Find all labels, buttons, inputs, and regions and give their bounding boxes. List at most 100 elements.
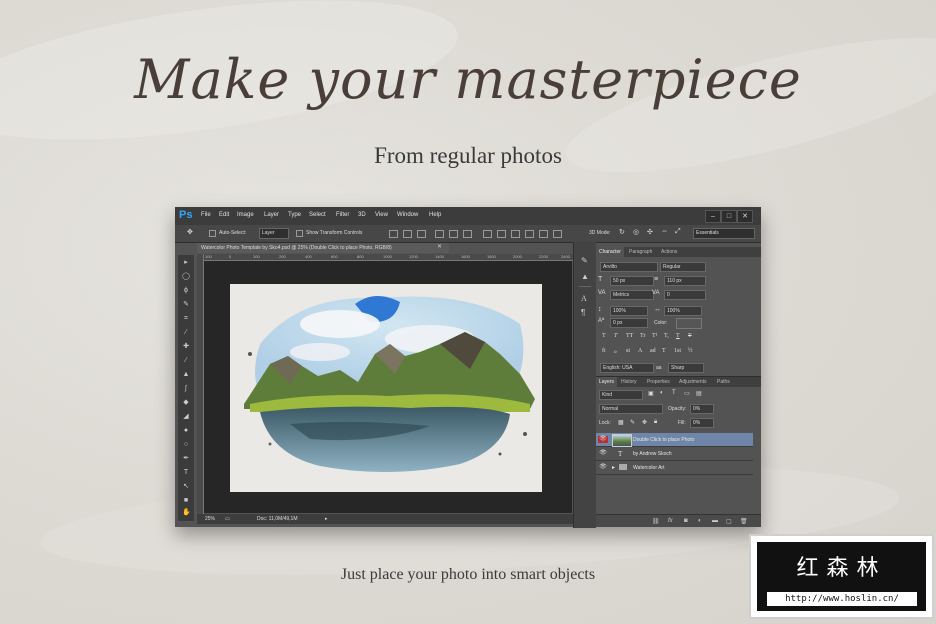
move-tool-icon[interactable]: ▸ bbox=[182, 259, 190, 267]
blur-tool-icon[interactable]: ● bbox=[182, 427, 190, 435]
3d-slide-icon[interactable]: ⇔ bbox=[661, 228, 668, 235]
contextual-alt-button[interactable]: ℴ bbox=[614, 348, 617, 355]
distribute-vcenter-icon[interactable] bbox=[497, 230, 506, 238]
vertical-scale-field[interactable]: 100% bbox=[610, 306, 648, 316]
crop-tool-icon[interactable]: ⌗ bbox=[182, 315, 190, 323]
document-canvas[interactable] bbox=[230, 284, 542, 492]
font-style-select[interactable]: Regular bbox=[660, 262, 706, 272]
3d-scale-icon[interactable]: ⤢ bbox=[675, 228, 681, 236]
tab-actions[interactable]: Actions bbox=[658, 247, 680, 257]
all-caps-button[interactable]: TT bbox=[626, 333, 633, 339]
3d-roll-icon[interactable]: ◎ bbox=[633, 228, 639, 236]
new-layer-icon[interactable]: ▢ bbox=[726, 518, 732, 525]
tab-adjustments[interactable]: Adjustments bbox=[676, 377, 710, 387]
kerning-field[interactable]: Metrics bbox=[610, 290, 654, 300]
adjustment-layer-icon[interactable]: ◐ bbox=[698, 518, 702, 524]
fill-field[interactable]: 0% bbox=[690, 418, 714, 428]
lock-position-icon[interactable]: ✥ bbox=[642, 419, 647, 426]
close-document-icon[interactable]: ✕ bbox=[437, 243, 442, 250]
menu-window[interactable]: Window bbox=[397, 212, 418, 218]
align-bottom-icon[interactable] bbox=[417, 230, 426, 238]
font-size-field[interactable]: 50 px bbox=[610, 276, 654, 286]
align-top-icon[interactable] bbox=[389, 230, 398, 238]
character-panel-icon[interactable]: A bbox=[581, 294, 587, 303]
link-layers-icon[interactable]: ⛓︎ bbox=[652, 518, 660, 525]
swash-button[interactable]: A bbox=[638, 348, 642, 354]
type-tool-icon[interactable]: T bbox=[182, 469, 190, 477]
opacity-field[interactable]: 0% bbox=[690, 404, 714, 414]
layer-row[interactable]: 👁︎ ▸ Watercolor Art bbox=[596, 461, 753, 475]
underline-button[interactable]: T bbox=[676, 333, 680, 339]
healing-tool-icon[interactable]: ✚ bbox=[182, 343, 190, 351]
discretionary-ligature-button[interactable]: st bbox=[626, 348, 630, 354]
lock-all-icon[interactable]: 🔒︎ bbox=[654, 419, 657, 426]
ligature-button[interactable]: fi bbox=[602, 348, 606, 354]
tab-character[interactable]: Character bbox=[596, 247, 624, 257]
faux-bold-button[interactable]: T bbox=[602, 333, 606, 339]
strikethrough-button[interactable]: T bbox=[688, 333, 692, 339]
filter-smart-object-icon[interactable]: ▤ bbox=[696, 390, 702, 397]
menu-type[interactable]: Type bbox=[288, 212, 301, 218]
menu-layer[interactable]: Layer bbox=[264, 212, 279, 218]
menu-select[interactable]: Select bbox=[309, 212, 326, 218]
layer-name[interactable]: Double Click to place Photo bbox=[633, 437, 694, 443]
pen-tool-icon[interactable]: ✒ bbox=[182, 455, 190, 463]
expand-group-icon[interactable]: ▸ bbox=[612, 464, 615, 471]
tab-layers[interactable]: Layers bbox=[596, 377, 618, 387]
layer-row[interactable]: 👁︎ Double Click to place Photo bbox=[596, 433, 753, 447]
3d-rotate-icon[interactable]: ↻ bbox=[619, 228, 625, 236]
marquee-tool-icon[interactable]: ◯ bbox=[182, 273, 190, 281]
brush-panel-icon[interactable]: ✎ bbox=[581, 256, 588, 265]
distribute-right-icon[interactable] bbox=[553, 230, 562, 238]
ordinals-button[interactable]: 1st bbox=[674, 348, 681, 354]
superscript-button[interactable]: T¹ bbox=[652, 333, 657, 339]
layer-row[interactable]: 👁︎ T by Andrew Skoch bbox=[596, 447, 753, 461]
stylistic-alt-button[interactable]: ad bbox=[650, 348, 656, 354]
status-arrow-icon[interactable]: ▸ bbox=[325, 516, 328, 522]
menu-view[interactable]: View bbox=[375, 212, 388, 218]
distribute-hcenter-icon[interactable] bbox=[539, 230, 548, 238]
shape-tool-icon[interactable]: ■ bbox=[182, 497, 190, 505]
new-group-icon[interactable]: ▬ bbox=[712, 518, 718, 524]
path-select-tool-icon[interactable]: ↖ bbox=[182, 483, 190, 491]
eyedropper-tool-icon[interactable]: ⁄ bbox=[182, 329, 190, 337]
auto-select-checkbox[interactable] bbox=[209, 230, 216, 237]
distribute-left-icon[interactable] bbox=[525, 230, 534, 238]
subscript-button[interactable]: T, bbox=[664, 333, 669, 339]
status-preview-icon[interactable]: ▭ bbox=[225, 516, 230, 522]
layer-name[interactable]: by Andrew Skoch bbox=[633, 451, 672, 457]
tab-history[interactable]: History bbox=[618, 377, 640, 387]
hand-tool-icon[interactable]: ✋ bbox=[182, 509, 191, 517]
tab-paragraph[interactable]: Paragraph bbox=[626, 247, 655, 257]
lasso-tool-icon[interactable]: ϕ bbox=[182, 287, 190, 295]
visibility-eye-icon[interactable]: 👁︎ bbox=[599, 464, 607, 471]
color-swatch[interactable] bbox=[676, 318, 702, 329]
font-family-select[interactable]: Arvilto bbox=[600, 262, 658, 272]
filter-shape-icon[interactable]: ▭ bbox=[684, 390, 690, 397]
antialias-select[interactable]: Sharp bbox=[668, 363, 704, 373]
clone-source-icon[interactable]: ▲ bbox=[581, 272, 589, 281]
layer-name[interactable]: Watercolor Art bbox=[633, 465, 665, 471]
brush-tool-icon[interactable]: ∕ bbox=[182, 357, 190, 365]
quick-select-tool-icon[interactable]: ✎ bbox=[182, 301, 190, 309]
small-caps-button[interactable]: Tr bbox=[640, 333, 645, 339]
visibility-eye-icon[interactable]: 👁︎ bbox=[598, 436, 608, 443]
menu-filter[interactable]: Filter bbox=[336, 212, 349, 218]
3d-pan-icon[interactable]: ✣ bbox=[647, 228, 653, 236]
filter-adjustment-icon[interactable]: ◐ bbox=[660, 390, 664, 396]
maximize-button[interactable]: □ bbox=[721, 210, 737, 223]
auto-select-dropdown[interactable]: Layer bbox=[259, 228, 289, 239]
workspace-dropdown[interactable]: Essentials bbox=[693, 228, 755, 239]
menu-help[interactable]: Help bbox=[429, 212, 441, 218]
move-tool-icon[interactable]: ✥ bbox=[187, 228, 193, 236]
blend-mode-select[interactable]: Normal bbox=[599, 404, 663, 414]
bucket-tool-icon[interactable]: ◢ bbox=[182, 413, 190, 421]
document-tab[interactable]: Watercolor Photo Template by Sko4.psd @ … bbox=[197, 243, 449, 253]
show-transform-checkbox[interactable] bbox=[296, 230, 303, 237]
titling-alt-button[interactable]: T bbox=[662, 348, 666, 354]
stamp-tool-icon[interactable]: ▲ bbox=[182, 371, 190, 379]
distribute-top-icon[interactable] bbox=[483, 230, 492, 238]
lock-transparent-icon[interactable]: ▦ bbox=[618, 419, 624, 426]
align-hcenter-icon[interactable] bbox=[449, 230, 458, 238]
minimize-button[interactable]: – bbox=[705, 210, 721, 223]
